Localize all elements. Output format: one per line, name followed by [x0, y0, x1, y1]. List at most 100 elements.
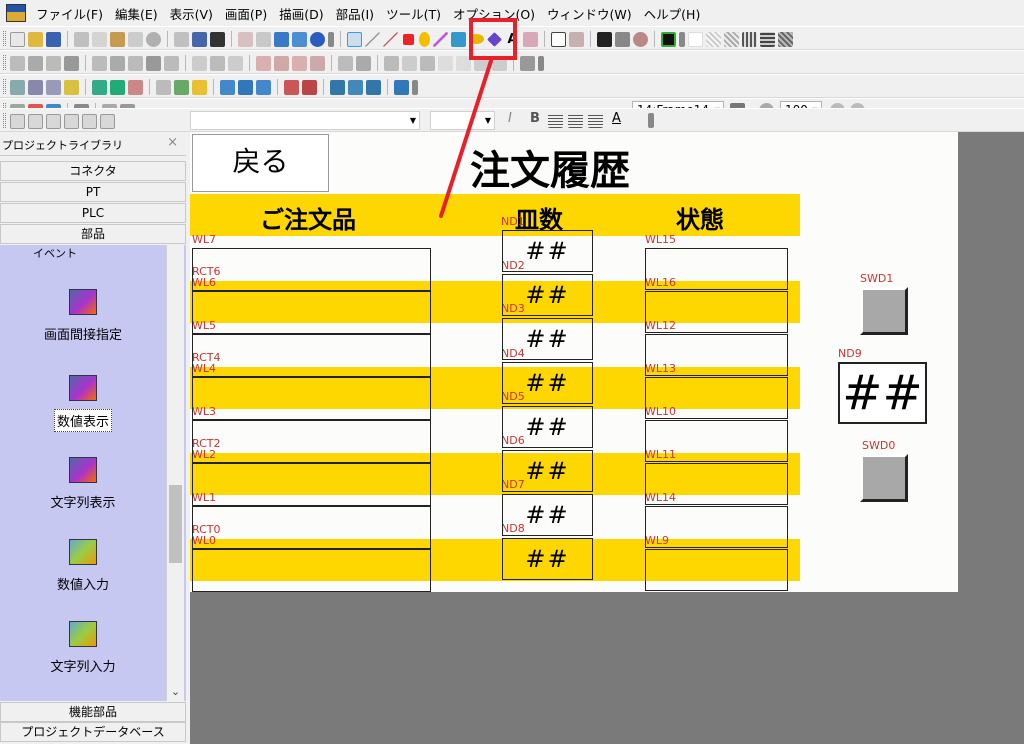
menu-edit[interactable]: 編集(E)	[109, 4, 164, 23]
delete-icon[interactable]	[146, 31, 161, 47]
status-field[interactable]	[645, 334, 788, 376]
tab-function-parts[interactable]: 機能部品	[0, 702, 186, 722]
toolbar-overflow-icon[interactable]	[412, 79, 418, 95]
status-field[interactable]	[645, 420, 788, 462]
document-part-icon[interactable]	[156, 79, 171, 95]
flip-v-icon[interactable]	[402, 55, 417, 71]
same-height-icon[interactable]	[210, 55, 225, 71]
trend-icon[interactable]	[330, 79, 345, 95]
select-view-icon[interactable]	[292, 31, 307, 47]
status-field[interactable]	[645, 549, 788, 591]
help-icon[interactable]	[310, 31, 325, 47]
rectangle-tool-icon[interactable]	[403, 33, 414, 45]
tab-pt[interactable]: PT	[0, 182, 186, 202]
forward-icon[interactable]	[292, 55, 307, 71]
toolbar-grip[interactable]	[3, 55, 6, 70]
send-back-icon[interactable]	[274, 55, 289, 71]
plate-count-field[interactable]: ##	[502, 318, 593, 360]
rotate-icon[interactable]	[633, 31, 648, 47]
design-screen[interactable]: 戻る 注文履歴 ご注文品 皿数 状態 WL7 ND1 WL15 RCT6 WL6…	[190, 132, 958, 592]
back-button[interactable]: 戻る	[192, 134, 329, 192]
menu-parts[interactable]: 部品(I)	[330, 4, 380, 23]
save-icon[interactable]	[46, 31, 61, 47]
text-style-icon[interactable]	[10, 113, 25, 129]
circle-tool-icon[interactable]	[419, 31, 430, 47]
flip-h-icon[interactable]	[384, 55, 399, 71]
screen-view-icon[interactable]	[274, 31, 289, 47]
fill-color-icon[interactable]	[569, 31, 584, 47]
image-tool-icon[interactable]	[523, 31, 538, 47]
status-field[interactable]	[645, 506, 788, 548]
text-box-icon[interactable]	[82, 113, 97, 129]
distribute-v-icon[interactable]	[146, 55, 161, 71]
toolbar-overflow-icon[interactable]	[648, 113, 654, 128]
plate-count-field[interactable]: ##	[502, 274, 593, 316]
rotate-left-icon[interactable]	[420, 55, 435, 71]
menu-file[interactable]: ファイル(F)	[30, 4, 109, 23]
print-preview-icon[interactable]	[256, 31, 271, 47]
frame-style-icon[interactable]	[551, 31, 566, 47]
pattern-darker-icon[interactable]	[778, 31, 793, 47]
item-field[interactable]	[192, 248, 431, 291]
bring-front-icon[interactable]	[256, 55, 271, 71]
status-field[interactable]	[645, 377, 788, 419]
item-field[interactable]	[192, 463, 431, 506]
duplicate-icon[interactable]	[128, 31, 143, 47]
polygon-tool-icon[interactable]	[451, 31, 466, 47]
paste-icon[interactable]	[110, 31, 125, 47]
pattern-dense-icon[interactable]	[742, 31, 757, 47]
library-scrollbar[interactable]: ⌄	[166, 245, 184, 701]
text-effect-icon[interactable]	[100, 113, 115, 129]
font-size-select[interactable]: ▼	[430, 111, 495, 130]
part-numeric-input[interactable]: 数値入力	[0, 539, 166, 594]
part-indirect-screen[interactable]: 画面間接指定	[0, 289, 166, 344]
meter-icon[interactable]	[348, 79, 363, 95]
line-tool-icon[interactable]	[365, 31, 380, 47]
text-frame-icon[interactable]	[64, 113, 79, 129]
swd0-button[interactable]	[860, 454, 908, 502]
chevron-down-icon[interactable]: ⌄	[169, 685, 182, 699]
menu-screen[interactable]: 画面(P)	[219, 4, 273, 23]
item-field[interactable]	[192, 549, 431, 592]
status-field[interactable]	[645, 463, 788, 505]
same-size-icon[interactable]	[228, 55, 243, 71]
pattern-light-icon[interactable]	[706, 31, 721, 47]
align-top-icon[interactable]	[64, 55, 79, 71]
pointer-tool-icon[interactable]	[347, 31, 362, 47]
switch-part-icon[interactable]	[28, 79, 43, 95]
align-middle-icon[interactable]	[92, 55, 107, 71]
item-field[interactable]	[192, 334, 431, 377]
text-size-icon[interactable]	[28, 113, 43, 129]
copy-icon[interactable]	[92, 31, 107, 47]
lock-icon[interactable]	[520, 55, 535, 71]
rotate-right-icon[interactable]	[438, 55, 453, 71]
group-icon[interactable]	[338, 55, 353, 71]
part-string-display[interactable]: 文字列表示	[0, 457, 166, 512]
toolbar-grip[interactable]	[3, 79, 6, 94]
wave-tool-icon[interactable]	[433, 31, 448, 47]
font-select[interactable]: ▼	[190, 111, 420, 130]
swd1-button[interactable]	[860, 287, 908, 335]
tab-project-database[interactable]: プロジェクトデータベース	[0, 722, 186, 742]
align-right-icon[interactable]	[46, 55, 61, 71]
toolbar-overflow-icon[interactable]	[328, 31, 334, 47]
distribute-h-icon[interactable]	[128, 55, 143, 71]
menu-help[interactable]: ヘルプ(H)	[638, 4, 707, 23]
print-icon[interactable]	[238, 31, 253, 47]
menu-view[interactable]: 表示(V)	[164, 4, 219, 23]
alarm-part-icon[interactable]	[192, 79, 207, 95]
video-part-icon[interactable]	[220, 79, 235, 95]
find-icon[interactable]	[210, 31, 225, 47]
item-field[interactable]	[192, 420, 431, 463]
numeric-part-icon[interactable]	[46, 79, 61, 95]
message-icon[interactable]	[302, 79, 317, 95]
tab-parts[interactable]: 部品	[0, 224, 186, 244]
toolbar-overflow-icon[interactable]	[538, 55, 544, 71]
same-width-icon[interactable]	[192, 55, 207, 71]
plate-count-field[interactable]: ##	[502, 494, 593, 536]
graph-part-icon[interactable]	[92, 79, 107, 95]
menu-tools[interactable]: ツール(T)	[380, 4, 447, 23]
recipe-part-icon[interactable]	[174, 79, 189, 95]
toolbar-grip[interactable]	[3, 113, 6, 128]
new-file-icon[interactable]	[10, 31, 25, 47]
